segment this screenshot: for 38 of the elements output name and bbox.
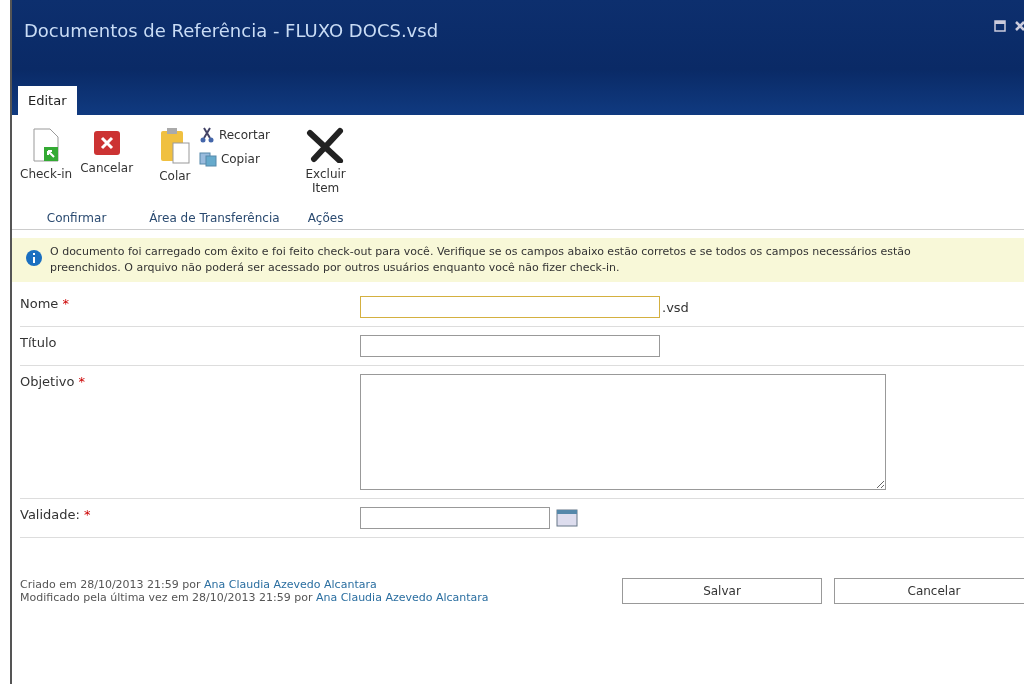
info-message: O documento foi carregado com êxito e foi feito check-out para você. Verifique se os campos abaixo estão corretos e se todos os campos necessários estão preenchidos. O arquivo não poderá ser acessado por outros usuários enquanto você não fizer check-in. xyxy=(50,244,912,276)
field-label: Validade: * xyxy=(20,507,92,524)
ribbon-button[interactable]: Colar xyxy=(156,125,193,185)
text-field[interactable] xyxy=(360,335,660,357)
ribbon-button[interactable]: Excluir Item xyxy=(293,125,358,197)
field-label: Título xyxy=(20,335,58,352)
save-button[interactable]: Salvar xyxy=(622,578,822,604)
paste-icon xyxy=(158,127,191,165)
delete-icon xyxy=(305,127,346,163)
field-label: Objetivo * xyxy=(20,374,87,391)
required-mark: * xyxy=(84,507,91,522)
group-label: Área de Transferência xyxy=(149,209,280,227)
extension-text: .vsd xyxy=(662,299,689,315)
author-link[interactable]: Ana Claudia Azevedo Alcantara xyxy=(315,591,489,604)
window-title: Documentos de Referência - FLUXO DOCS.vsd xyxy=(24,20,439,41)
ribbon-button[interactable]: Cancelar xyxy=(78,125,136,177)
copy-icon xyxy=(198,151,217,167)
created-info: Criado em 28/10/2013 21:59 por Ana Claudia Azevedo Alcantara xyxy=(20,578,378,591)
maximize-icon[interactable] xyxy=(994,20,1006,32)
required-mark: * xyxy=(78,374,86,389)
ribbon-button[interactable]: Copiar xyxy=(196,149,272,169)
cancel-button[interactable]: Cancelar xyxy=(834,578,1024,604)
calendar-icon[interactable] xyxy=(556,509,578,527)
text-field[interactable] xyxy=(360,296,660,318)
group-label: Ações xyxy=(307,210,344,227)
scissors-icon xyxy=(198,127,215,143)
group-label: Confirmar xyxy=(46,210,107,227)
modified-info: Modificado pela última vez em 28/10/2013 21:59 por Ana Claudia Azevedo Alcantara xyxy=(20,591,489,604)
ribbon-button[interactable]: Check-in xyxy=(18,125,75,183)
required-mark: * xyxy=(62,296,69,311)
info-icon xyxy=(26,250,42,266)
field-label: Nome * xyxy=(20,296,70,313)
text-area[interactable] xyxy=(360,374,886,490)
close-icon[interactable] xyxy=(1014,20,1024,32)
author-link[interactable]: Ana Claudia Azevedo Alcantara xyxy=(204,578,377,591)
date-field[interactable] xyxy=(360,507,550,529)
ribbon-button[interactable]: Recortar xyxy=(196,125,272,145)
ribbon-tab[interactable]: Editar xyxy=(18,86,77,115)
